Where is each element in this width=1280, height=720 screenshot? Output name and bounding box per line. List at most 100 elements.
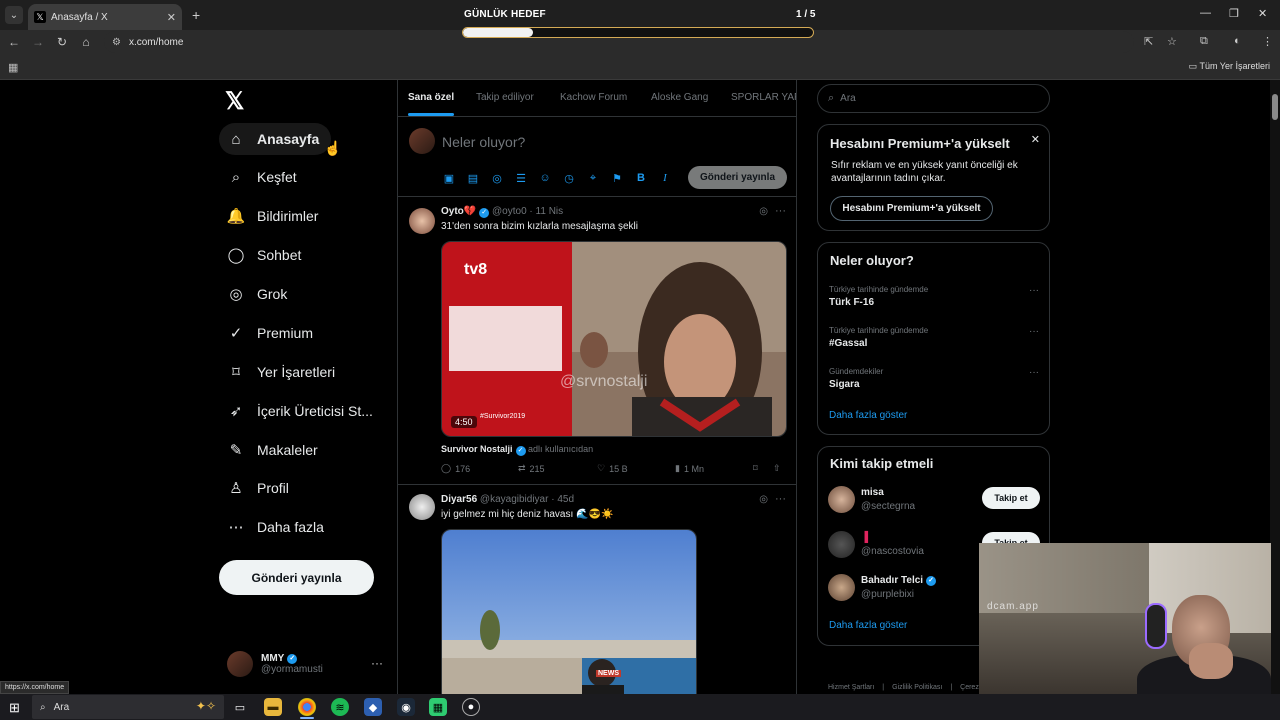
tweet-more-icon[interactable]: ··· <box>775 493 786 505</box>
browser-menu-icon[interactable]: ⋮ <box>1262 35 1273 48</box>
tab-search-icon[interactable]: ⌄ <box>5 6 23 24</box>
avatar[interactable] <box>409 494 435 520</box>
trend-more-icon[interactable]: ··· <box>1029 285 1039 296</box>
install-icon[interactable]: ⇱ <box>1144 35 1153 48</box>
credit-name[interactable]: Survivor Nostalji <box>441 444 513 454</box>
gif-icon[interactable]: ▤ <box>466 171 480 185</box>
sidebar-item-more[interactable]: ⋯ Daha fazla <box>219 511 336 543</box>
profile-avatar-icon[interactable]: ◐ <box>1234 35 1241 47</box>
sidebar-item-bookmark[interactable]: ⌑ Yer İşaretleri <box>219 356 347 388</box>
close-tab-icon[interactable]: ✕ <box>167 11 176 24</box>
steam-icon[interactable]: ◉ <box>397 698 415 716</box>
sidebar-item-premium[interactable]: ✓ Premium <box>219 317 325 349</box>
trend-item[interactable]: Türkiye tarihinde gündemde #Gassal ··· <box>829 326 1039 349</box>
footer-cookies[interactable]: Çerez <box>960 684 979 691</box>
emoji-icon[interactable]: ☺ <box>538 171 552 185</box>
grok-explain-icon[interactable]: ◎ <box>759 494 768 505</box>
tab-sporlar[interactable]: SPORLAR YAP <box>731 92 796 103</box>
home-page-icon[interactable]: ⌂ <box>74 35 98 49</box>
chrome-icon[interactable] <box>298 698 316 716</box>
tweet-image[interactable]: NEWS <box>441 529 697 700</box>
tweet-handle[interactable]: @kayagibidiyar <box>480 494 549 505</box>
tab-kachow-forum[interactable]: Kachow Forum <box>560 92 627 103</box>
forward-icon[interactable]: → <box>26 35 50 49</box>
compose-post-button[interactable]: Gönderi yayınla <box>688 166 787 189</box>
footer-privacy[interactable]: Gizlilik Politikası <box>892 684 942 691</box>
tab-for-you[interactable]: Sana özel <box>408 92 454 103</box>
like-button[interactable]: ♡ 15 B <box>597 463 628 474</box>
location-icon[interactable]: ⌖ <box>586 171 600 185</box>
browser-tab[interactable]: 𝕏 Anasayfa / X ✕ <box>28 4 182 30</box>
compose-input[interactable]: Neler oluyor? <box>442 134 525 150</box>
trend-item[interactable]: Gündemdekiler Sigara ··· <box>829 367 1039 390</box>
star-icon[interactable]: ☆ <box>1167 35 1177 48</box>
trend-more-icon[interactable]: ··· <box>1029 326 1039 337</box>
trends-show-more[interactable]: Daha fazla göster <box>829 410 907 421</box>
follow-name[interactable]: Bahadır Telci ✓ <box>861 575 937 586</box>
app-icon[interactable]: ◆ <box>364 698 382 716</box>
sidebar-item-rocket[interactable]: ➶ İçerik Üreticisi St... <box>219 395 385 427</box>
italic-icon[interactable]: I <box>658 171 672 185</box>
tab-following[interactable]: Takip ediliyor <box>476 92 534 103</box>
tweet-more-icon[interactable]: ··· <box>775 205 786 217</box>
new-tab-icon[interactable]: + <box>192 7 200 23</box>
restore-icon[interactable]: ❐ <box>1229 7 1239 20</box>
schedule-icon[interactable]: ◷ <box>562 171 576 185</box>
sidebar-item-bell[interactable]: 🔔 Bildirimler <box>219 200 330 232</box>
follow-show-more[interactable]: Daha fazla göster <box>829 620 907 631</box>
tweet[interactable]: Oyto💔 ✓ @oyto0 · 11 Nis ◎ ··· 31'den sonr… <box>398 197 796 485</box>
scroll-thumb[interactable] <box>1272 94 1278 120</box>
bookmark-button[interactable]: ⌑ <box>753 463 758 474</box>
sidebar-item-home[interactable]: ⌂ Anasayfa <box>219 123 332 155</box>
grok-explain-icon[interactable]: ◎ <box>759 206 768 217</box>
sidebar-item-profile[interactable]: ♙ Profil <box>219 472 301 504</box>
follow-name[interactable]: ▐ <box>861 532 868 543</box>
footer-terms[interactable]: Hizmet Şartları <box>828 684 874 691</box>
image-icon[interactable]: ▣ <box>442 171 456 185</box>
sidebar-item-grok[interactable]: ◎ Grok <box>219 278 299 310</box>
game-app-icon[interactable]: ▦ <box>429 698 447 716</box>
sidebar-item-chat[interactable]: ◯ Sohbet <box>219 239 313 271</box>
repost-button[interactable]: ⇄ 215 <box>518 463 545 474</box>
task-view-icon[interactable]: ▭ <box>231 698 249 716</box>
follow-button[interactable]: Takip et <box>982 487 1040 509</box>
avatar[interactable] <box>828 574 855 601</box>
post-button[interactable]: Gönderi yayınla <box>219 560 374 595</box>
site-info-icon[interactable]: ⚙ <box>112 37 121 48</box>
all-bookmarks[interactable]: ▭ Tüm Yer İşaretleri <box>1189 61 1270 72</box>
extensions-icon[interactable]: ⧉ <box>1200 35 1208 48</box>
trend-more-icon[interactable]: ··· <box>1029 367 1039 378</box>
tweet-author[interactable]: Oyto <box>441 206 464 217</box>
spotify-icon[interactable]: ≋ <box>331 698 349 716</box>
flag-icon[interactable]: ⚑ <box>610 171 624 185</box>
avatar[interactable] <box>828 531 855 558</box>
views-button[interactable]: ▮ 1 Mn <box>675 463 704 474</box>
file-explorer-icon[interactable]: ▬ <box>264 698 282 716</box>
grok-compose-icon[interactable]: ◎ <box>490 171 504 185</box>
x-logo-icon[interactable]: 𝕏 <box>225 87 244 116</box>
share-button[interactable]: ⇧ <box>773 463 781 474</box>
tweet[interactable]: Diyar56 @kayagibidiyar · 45d ◎ ··· iyi g… <box>398 485 796 700</box>
windows-start-icon[interactable]: ⊞ <box>9 700 20 716</box>
tab-aloske-gang[interactable]: Aloske Gang <box>651 92 708 103</box>
close-icon[interactable]: ✕ <box>1031 133 1040 146</box>
tweet-video[interactable]: tv8 @srvnostalji #Survivor2019 4:50 <box>441 241 787 437</box>
premium-button[interactable]: Hesabını Premium+'a yükselt <box>830 196 993 221</box>
reload-icon[interactable]: ↻ <box>50 35 74 49</box>
tweet-handle[interactable]: @oyto0 <box>492 206 527 217</box>
close-window-icon[interactable]: ✕ <box>1258 7 1267 20</box>
search-input[interactable]: ⌕ Ara <box>817 84 1050 113</box>
tweet-date[interactable]: · 11 Nis <box>529 206 563 217</box>
tweet-author[interactable]: Diyar56 <box>441 494 477 505</box>
follow-suggestion[interactable]: misa @sectegrna Takip et <box>828 485 1040 515</box>
page-scrollbar[interactable] <box>1270 80 1280 694</box>
avatar[interactable] <box>409 208 435 234</box>
follow-name[interactable]: misa <box>861 487 884 498</box>
apps-grid-icon[interactable]: ▦ <box>8 61 18 74</box>
obs-icon[interactable]: ● <box>462 698 480 716</box>
poll-icon[interactable]: ☰ <box>514 171 528 185</box>
tweet-date[interactable]: · 45d <box>551 494 574 505</box>
reply-button[interactable]: ◯ 176 <box>441 463 470 474</box>
account-switcher[interactable]: MMY ✓ @yormamusti ··· <box>227 648 387 680</box>
sidebar-item-search[interactable]: ⌕ Keşfet <box>219 161 309 193</box>
